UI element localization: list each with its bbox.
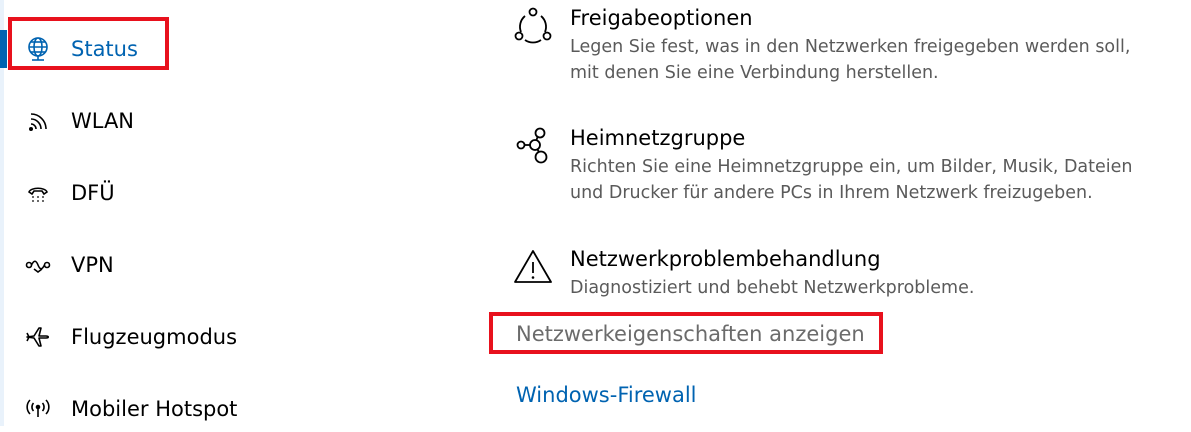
section-description: Richten Sie eine Heimnetzgruppe ein, um … bbox=[570, 157, 1133, 203]
homegroup-icon bbox=[510, 124, 556, 170]
section-title: Heimnetzgruppe bbox=[570, 126, 746, 150]
sidebar-item-status[interactable]: Status bbox=[18, 26, 418, 72]
section-title: Netzwerkproblembehandlung bbox=[570, 247, 881, 271]
section-netzwerkproblembehandlung[interactable]: Netzwerkproblembehandlung Diagnostiziert… bbox=[510, 245, 1170, 301]
sidebar-item-flugzeugmodus[interactable]: Flugzeugmodus bbox=[18, 314, 418, 360]
sidebar-item-label: Flugzeugmodus bbox=[71, 325, 238, 349]
network-properties-link[interactable]: Netzwerkeigenschaften anzeigen bbox=[516, 320, 865, 348]
airplane-icon bbox=[22, 321, 54, 353]
sidebar-item-vpn[interactable]: VPN bbox=[18, 242, 418, 288]
section-description: Diagnostiziert und behebt Netzwerkproble… bbox=[570, 278, 975, 298]
sidebar-item-wlan[interactable]: WLAN bbox=[18, 98, 418, 144]
sidebar-item-label: Mobiler Hotspot bbox=[71, 397, 238, 421]
warning-icon bbox=[510, 245, 556, 291]
windows-firewall-link[interactable]: Windows-Firewall bbox=[516, 381, 697, 409]
sidebar-item-dfue[interactable]: DFÜ bbox=[18, 170, 418, 216]
sidebar-item-label: Status bbox=[71, 37, 138, 61]
vpn-icon bbox=[22, 249, 54, 281]
section-heimnetzgruppe[interactable]: Heimnetzgruppe Richten Sie eine Heimnetz… bbox=[510, 124, 1170, 204]
section-freigabeoptionen[interactable]: Freigabeoptionen Legen Sie fest, was in … bbox=[510, 4, 1170, 84]
share-icon bbox=[510, 4, 556, 50]
sidebar-item-label: VPN bbox=[71, 253, 114, 277]
selected-indicator bbox=[0, 30, 7, 68]
sidebar-item-label: DFÜ bbox=[71, 181, 115, 205]
section-title: Freigabeoptionen bbox=[570, 6, 753, 30]
hotspot-icon bbox=[22, 393, 54, 425]
section-description: Legen Sie fest, was in den Netzwerken fr… bbox=[570, 37, 1131, 83]
dialup-phone-icon bbox=[22, 177, 54, 209]
globe-icon bbox=[22, 33, 54, 65]
sidebar-item-label: WLAN bbox=[71, 109, 135, 133]
wifi-icon bbox=[22, 105, 54, 137]
sidebar-item-mobiler-hotspot[interactable]: Mobiler Hotspot bbox=[18, 386, 418, 432]
